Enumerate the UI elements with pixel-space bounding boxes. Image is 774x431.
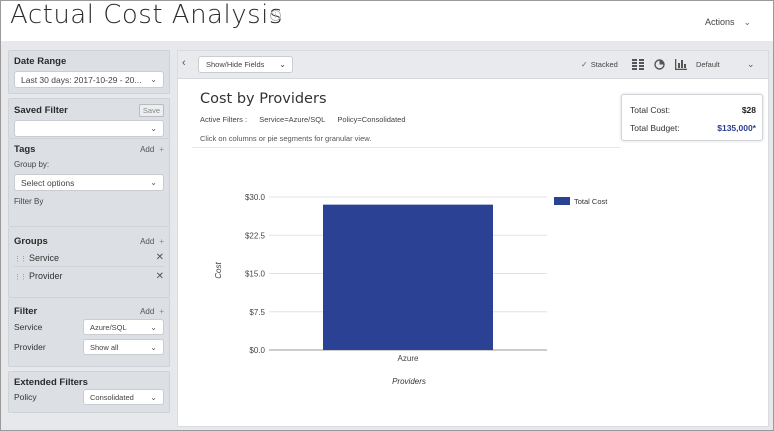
report-panel: ‹ Show/Hide Fields ⌄ ✓ Stacked Default ⌄ C… — [177, 50, 769, 427]
group-item-service[interactable]: ⋮⋮ Service ✕ — [14, 249, 164, 267]
chevron-down-icon: ⌄ — [150, 343, 157, 352]
chevron-down-icon: ⌄ — [150, 124, 157, 133]
actions-label: Actions — [705, 17, 735, 27]
add-filter-button[interactable]: Add + — [140, 307, 164, 316]
group-item-label: Provider — [29, 271, 63, 281]
tags-group-by-select[interactable]: Select options ⌄ — [14, 174, 164, 191]
date-range-panel: Date Range Last 30 days: 2017-10-29 - 20… — [8, 50, 170, 94]
tags-title: Tags — [14, 144, 36, 155]
actions-menu[interactable]: Actions ⌄ — [705, 17, 751, 28]
add-group-button[interactable]: Add + — [140, 237, 164, 246]
group-item-provider[interactable]: ⋮⋮ Provider ✕ — [14, 267, 164, 285]
filter-value: Consolidated — [90, 393, 134, 402]
add-label: Add — [140, 145, 155, 154]
group-by-label: Group by: — [14, 160, 50, 169]
filter-row-policy: Policy Consolidated ⌄ — [14, 388, 164, 406]
saved-filter-panel: Saved Filter Save ⌄ — [8, 98, 170, 139]
filter-row-service: Service Azure/SQL ⌄ — [14, 317, 164, 337]
policy-filter-select[interactable]: Consolidated ⌄ — [83, 389, 164, 405]
x-axis-label: Providers — [392, 377, 426, 386]
filter-label: Policy — [14, 392, 37, 402]
close-icon[interactable]: ✕ — [156, 271, 164, 282]
sidebar: Date Range Last 30 days: 2017-10-29 - 20… — [8, 50, 170, 417]
filter-panel: Filter Add + Service Azure/SQL ⌄ Provider … — [8, 298, 170, 367]
filter-row-provider: Provider Show all ⌄ — [14, 337, 164, 357]
plus-icon: + — [159, 237, 164, 246]
plus-icon: + — [159, 307, 164, 316]
legend-swatch[interactable] — [554, 197, 570, 205]
y-tick-label: $0.0 — [249, 346, 265, 355]
add-label: Add — [140, 307, 155, 316]
x-tick-label: Azure — [398, 354, 419, 363]
date-range-title: Date Range — [14, 56, 67, 67]
tags-panel: Tags Add + Group by: Select options ⌄ Fil… — [8, 139, 170, 227]
page-title: Actual Cost Analysis — [10, 0, 283, 30]
filter-value: Show all — [90, 343, 119, 352]
chevron-down-icon: ⌄ — [150, 178, 157, 187]
filter-label: Provider — [14, 342, 46, 352]
add-label: Add — [140, 237, 155, 246]
y-tick-label: $30.0 — [245, 193, 266, 202]
date-range-select[interactable]: Last 30 days: 2017-10-29 - 20... ⌄ — [14, 71, 164, 88]
date-range-value: Last 30 days: 2017-10-29 - 20... — [21, 75, 142, 85]
chevron-down-icon: ⌄ — [150, 323, 157, 332]
groups-title: Groups — [14, 236, 48, 247]
filter-title: Filter — [14, 306, 38, 317]
select-options-placeholder: Select options — [21, 178, 75, 188]
extended-filters-title: Extended Filters — [14, 377, 88, 388]
provider-filter-select[interactable]: Show all ⌄ — [83, 339, 164, 355]
service-filter-select[interactable]: Azure/SQL ⌄ — [83, 319, 164, 335]
chevron-down-icon: ⌄ — [743, 17, 752, 27]
y-tick-label: $15.0 — [245, 270, 266, 279]
saved-filter-select[interactable]: ⌄ — [14, 120, 164, 137]
filter-by-label: Filter By — [14, 197, 44, 206]
add-tag-button[interactable]: Add + — [140, 145, 164, 154]
filter-label: Service — [14, 322, 43, 332]
chevron-down-icon: ⌄ — [150, 75, 157, 84]
close-icon[interactable]: ✕ — [156, 252, 164, 263]
chevron-down-icon: ⌄ — [150, 393, 157, 402]
group-item-label: Service — [29, 252, 60, 263]
bar-azure[interactable] — [323, 204, 493, 350]
saved-filter-title: Saved Filter — [14, 105, 68, 116]
groups-panel: Groups Add + ⋮⋮ Service ✕ ⋮⋮ Provider ✕ — [8, 227, 170, 298]
info-icon[interactable]: i — [270, 10, 281, 21]
drag-handle-icon[interactable]: ⋮⋮ — [14, 256, 27, 263]
drag-handle-icon[interactable]: ⋮⋮ — [14, 274, 27, 281]
extended-filters-panel: Extended Filters Policy Consolidated ⌄ — [8, 371, 170, 413]
y-tick-label: $22.5 — [245, 231, 266, 240]
y-tick-label: $7.5 — [249, 308, 265, 317]
filter-value: Azure/SQL — [90, 323, 127, 332]
save-filter-button[interactable]: Save — [138, 104, 164, 117]
legend-label[interactable]: Total Cost — [574, 197, 608, 206]
plus-icon: + — [159, 145, 164, 154]
cost-bar-chart: $0.0 $7.5 $15.0 $22.5 $30.0 Azure Providers Cos… — [214, 193, 608, 386]
y-axis-label: Cost — [214, 262, 223, 279]
